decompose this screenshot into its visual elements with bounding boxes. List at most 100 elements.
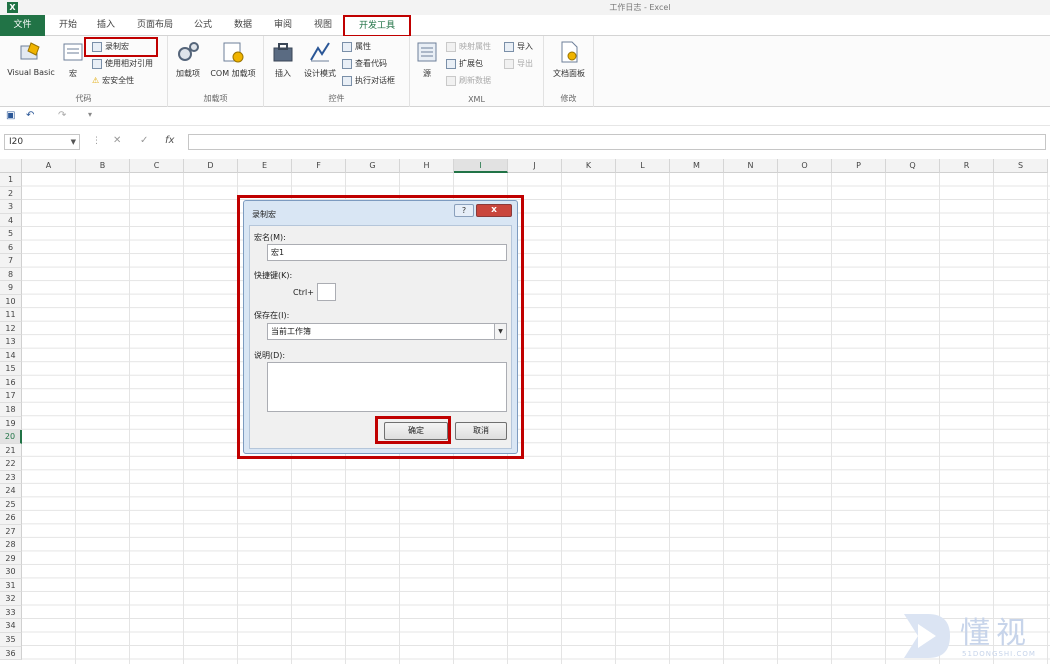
visual-basic-button[interactable]: Visual Basic xyxy=(3,40,59,77)
chevron-down-icon[interactable]: ▼ xyxy=(494,324,506,339)
cancel-button[interactable]: 取消 xyxy=(455,422,507,440)
tab-page-layout[interactable]: 页面布局 xyxy=(132,18,178,33)
design-mode-button[interactable]: 设计模式 xyxy=(300,40,340,79)
row-header-11[interactable]: 11 xyxy=(0,308,22,322)
column-header-q[interactable]: Q xyxy=(886,159,940,173)
row-header-3[interactable]: 3 xyxy=(0,200,22,214)
column-header-r[interactable]: R xyxy=(940,159,994,173)
column-header-h[interactable]: H xyxy=(400,159,454,173)
column-header-g[interactable]: G xyxy=(346,159,400,173)
row-header-12[interactable]: 12 xyxy=(0,321,22,336)
row-header-20[interactable]: 20 xyxy=(0,430,22,444)
name-box[interactable]: I20 ▼ xyxy=(4,134,80,150)
com-addins-button[interactable]: COM 加载项 xyxy=(206,40,260,79)
row-header-33[interactable]: 33 xyxy=(0,605,22,620)
row-header-31[interactable]: 31 xyxy=(0,578,22,593)
row-header-16[interactable]: 16 xyxy=(0,375,22,390)
run-dialog-button[interactable]: 执行对话框 xyxy=(342,74,395,88)
macros-button[interactable]: 宏 xyxy=(60,40,86,79)
row-header-25[interactable]: 25 xyxy=(0,497,22,512)
description-textarea[interactable] xyxy=(267,362,507,412)
row-header-28[interactable]: 28 xyxy=(0,538,22,552)
import-button[interactable]: 导入 xyxy=(504,40,533,54)
column-header-a[interactable]: A xyxy=(22,159,76,173)
use-relative-references-button[interactable]: 使用相对引用 xyxy=(92,57,153,71)
row-header-19[interactable]: 19 xyxy=(0,416,22,431)
row-header-1[interactable]: 1 xyxy=(0,173,22,187)
row-header-5[interactable]: 5 xyxy=(0,227,22,241)
row-header-22[interactable]: 22 xyxy=(0,457,22,471)
row-header-24[interactable]: 24 xyxy=(0,484,22,498)
help-button[interactable]: ? xyxy=(454,204,474,217)
save-icon[interactable]: ▣ xyxy=(6,110,15,121)
column-header-c[interactable]: C xyxy=(130,159,184,173)
formula-bar-resize-icon[interactable]: ⋮ xyxy=(92,136,101,146)
row-header-36[interactable]: 36 xyxy=(0,646,22,661)
chevron-down-icon[interactable]: ▼ xyxy=(71,135,76,149)
row-header-17[interactable]: 17 xyxy=(0,389,22,403)
row-header-21[interactable]: 21 xyxy=(0,443,22,458)
row-header-14[interactable]: 14 xyxy=(0,348,22,363)
document-panel-button[interactable]: 文档面板 xyxy=(547,40,591,79)
row-header-18[interactable]: 18 xyxy=(0,403,22,417)
row-header-27[interactable]: 27 xyxy=(0,524,22,539)
tab-review[interactable]: 审阅 xyxy=(270,18,296,33)
row-header-13[interactable]: 13 xyxy=(0,335,22,349)
column-header-s[interactable]: S xyxy=(994,159,1048,173)
macro-security-button[interactable]: ⚠ 宏安全性 xyxy=(92,74,134,88)
column-header-i[interactable]: I xyxy=(454,159,508,173)
expansion-packs-button[interactable]: 扩展包 xyxy=(446,57,483,71)
column-header-n[interactable]: N xyxy=(724,159,778,173)
map-properties-button[interactable]: 映射属性 xyxy=(446,40,491,54)
column-header-e[interactable]: E xyxy=(238,159,292,173)
row-header-15[interactable]: 15 xyxy=(0,362,22,376)
tab-data[interactable]: 数据 xyxy=(230,18,256,33)
column-header-k[interactable]: K xyxy=(562,159,616,173)
view-code-button[interactable]: 查看代码 xyxy=(342,57,387,71)
row-header-35[interactable]: 35 xyxy=(0,633,22,647)
row-header-34[interactable]: 34 xyxy=(0,619,22,633)
row-header-7[interactable]: 7 xyxy=(0,254,22,268)
insert-function-icon[interactable]: fx xyxy=(165,135,174,146)
column-header-p[interactable]: P xyxy=(832,159,886,173)
row-header-4[interactable]: 4 xyxy=(0,213,22,228)
export-button[interactable]: 导出 xyxy=(504,57,533,71)
formula-input[interactable] xyxy=(188,134,1046,150)
column-header-d[interactable]: D xyxy=(184,159,238,173)
column-header-m[interactable]: M xyxy=(670,159,724,173)
column-header-j[interactable]: J xyxy=(508,159,562,173)
worksheet-grid[interactable] xyxy=(22,173,1050,664)
store-in-select[interactable]: 当前工作簿 ▼ xyxy=(267,323,507,340)
row-header-30[interactable]: 30 xyxy=(0,565,22,579)
customize-toolbar-icon[interactable]: ▾ xyxy=(88,110,92,119)
shortcut-key-input[interactable] xyxy=(317,283,336,301)
column-header-o[interactable]: O xyxy=(778,159,832,173)
tab-developer[interactable]: 开发工具 xyxy=(343,15,411,37)
enter-icon[interactable]: ✓ xyxy=(140,135,148,146)
row-header-6[interactable]: 6 xyxy=(0,240,22,255)
refresh-data-button[interactable]: 刷新数据 xyxy=(446,74,491,88)
properties-button[interactable]: 属性 xyxy=(342,40,371,54)
xml-source-button[interactable]: 源 xyxy=(414,40,440,79)
tab-view[interactable]: 视图 xyxy=(310,18,336,33)
row-header-10[interactable]: 10 xyxy=(0,294,22,309)
insert-control-button[interactable]: 插入 xyxy=(268,40,298,79)
row-header-26[interactable]: 26 xyxy=(0,511,22,525)
close-button[interactable]: x xyxy=(476,204,512,217)
cancel-icon[interactable]: ✕ xyxy=(113,135,121,146)
column-header-b[interactable]: B xyxy=(76,159,130,173)
tab-insert[interactable]: 插入 xyxy=(93,18,119,33)
tab-formulas[interactable]: 公式 xyxy=(190,18,216,33)
row-header-23[interactable]: 23 xyxy=(0,470,22,485)
tab-file[interactable]: 文件 xyxy=(0,15,45,36)
row-header-32[interactable]: 32 xyxy=(0,592,22,606)
redo-icon[interactable]: ↷ xyxy=(58,110,66,121)
undo-icon[interactable]: ↶ xyxy=(26,110,34,121)
column-header-l[interactable]: L xyxy=(616,159,670,173)
row-header-2[interactable]: 2 xyxy=(0,186,22,201)
addins-button[interactable]: 加载项 xyxy=(172,40,204,79)
row-header-8[interactable]: 8 xyxy=(0,267,22,282)
tab-home[interactable]: 开始 xyxy=(55,18,81,33)
row-header-9[interactable]: 9 xyxy=(0,281,22,295)
column-header-f[interactable]: F xyxy=(292,159,346,173)
